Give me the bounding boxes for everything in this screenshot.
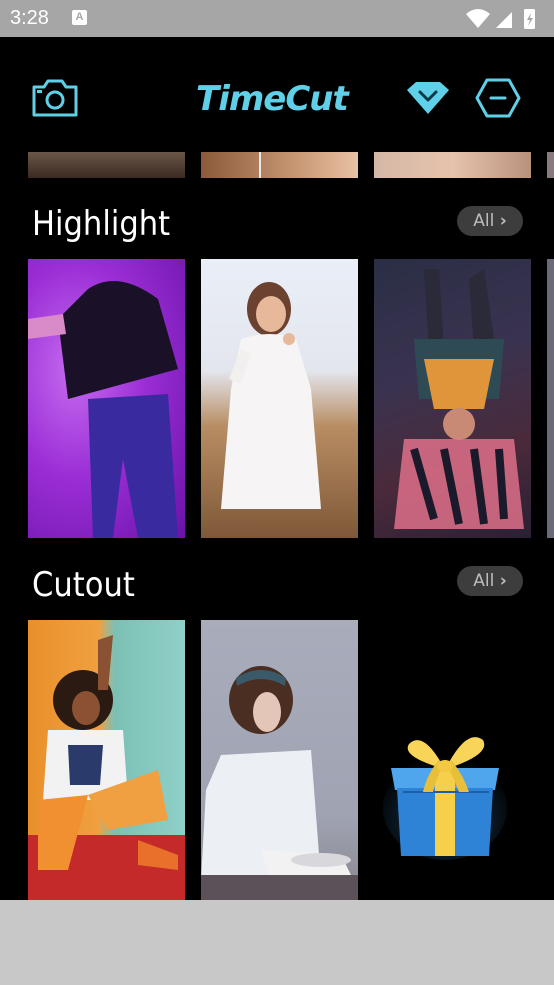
cutout-thumbnail-woman-desk[interactable] [201, 620, 358, 900]
section-title-cutout: Cutout [32, 565, 135, 605]
highlight-thumbnail-girl-white-dress[interactable] [201, 259, 358, 538]
signal-icon [496, 12, 512, 28]
diamond-icon[interactable] [405, 80, 451, 120]
cutout-all-button[interactable]: All › [457, 566, 523, 596]
app-logo: TimeCut [196, 79, 349, 119]
highlight-all-button[interactable]: All › [457, 206, 523, 236]
thumbnail[interactable] [201, 152, 358, 178]
cutout-thumbnail-girl-sitting[interactable] [28, 620, 185, 900]
chevron-right-icon: › [499, 211, 507, 231]
gift-icon[interactable] [383, 730, 507, 864]
highlight-thumbnail-upside-down[interactable] [374, 259, 531, 538]
all-label: All [473, 571, 495, 591]
highlight-thumbnail-partial[interactable] [547, 259, 554, 538]
status-icons [464, 6, 544, 36]
chevron-right-icon: › [499, 571, 507, 591]
highlight-thumbnail-dancer[interactable] [28, 259, 185, 538]
thumbnail[interactable] [28, 152, 185, 178]
all-label: All [473, 211, 495, 231]
minus-hexagon-icon[interactable] [475, 77, 521, 123]
notification-a-icon: A [72, 10, 87, 25]
status-bar: 3:28 A [0, 0, 554, 37]
bottom-navigation-bar [0, 900, 554, 985]
wifi-icon [466, 9, 490, 28]
app-bar: TimeCut [0, 37, 554, 152]
camera-icon[interactable] [31, 78, 79, 122]
thumbnail[interactable] [374, 152, 531, 178]
thumbnail[interactable] [547, 152, 554, 178]
status-time: 3:28 [10, 7, 49, 29]
section-title-highlight: Highlight [32, 204, 171, 244]
